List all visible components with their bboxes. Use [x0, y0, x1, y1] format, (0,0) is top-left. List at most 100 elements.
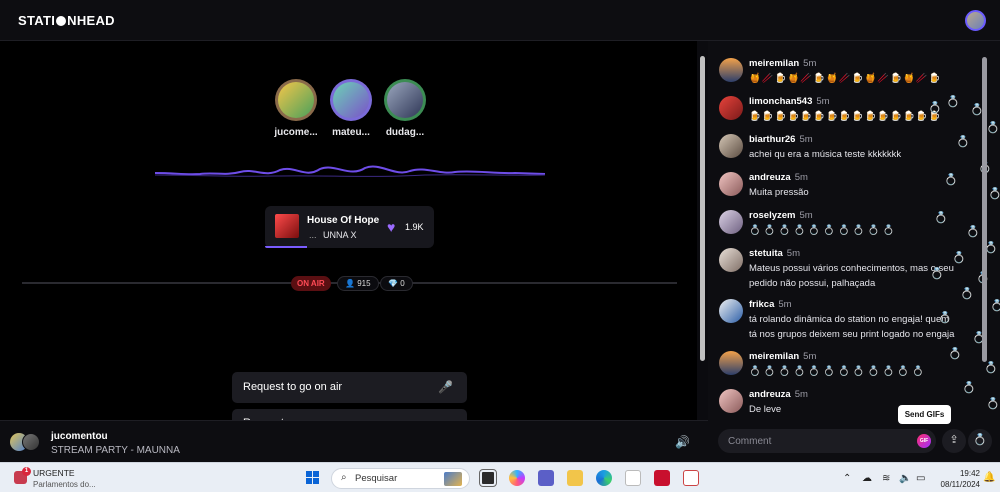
speaker-icon[interactable]: 🔈 — [899, 473, 911, 484]
chat-timestamp: 5m — [816, 96, 830, 107]
chat-username[interactable]: meiremilan 5m — [749, 58, 816, 69]
comment-box[interactable]: GIF — [718, 429, 936, 453]
ring-reaction-icon[interactable]: 💍 — [968, 429, 992, 453]
listener-count: 915 — [357, 279, 371, 288]
ring-icon: 💍 — [946, 96, 960, 108]
explicit-dots: ... — [309, 230, 317, 240]
gif-button[interactable]: GIF — [917, 434, 931, 448]
chat-avatar[interactable] — [719, 299, 743, 323]
host-avatar-ring[interactable] — [275, 79, 317, 121]
store-icon[interactable] — [625, 470, 641, 486]
on-air-badge: ON AIR — [291, 276, 331, 291]
ring-icon: 💍 — [934, 212, 948, 224]
host-avatar[interactable] — [387, 82, 423, 118]
chat-username[interactable]: stetuita 5m — [749, 248, 800, 259]
stage-scroll-thumb[interactable] — [700, 56, 705, 361]
chat-username[interactable]: biarthur26 5m — [749, 134, 813, 145]
gem-count: 0 — [400, 279, 405, 288]
volume-icon[interactable]: 🔊 — [675, 435, 690, 449]
chat-avatar[interactable] — [719, 134, 743, 158]
stage-scrollbar[interactable] — [697, 41, 708, 420]
heart-icon[interactable]: ♥ — [387, 220, 395, 234]
stationhead-logo[interactable]: STATI NHEAD — [18, 13, 115, 28]
battery-icon[interactable]: ▭ — [916, 473, 925, 484]
chevron-up-icon[interactable]: ⌃ — [843, 473, 851, 484]
listener-count-pill: 👤 915 — [337, 276, 379, 291]
snipping-tool-icon[interactable] — [683, 470, 699, 486]
chat-username[interactable]: meiremilan 5m — [749, 351, 816, 362]
chat-timestamp: 5m — [786, 248, 800, 259]
teams-icon[interactable] — [538, 470, 554, 486]
host-avatar[interactable] — [333, 82, 369, 118]
chat-avatar[interactable] — [719, 96, 743, 120]
top-bar: STATI NHEAD — [0, 0, 1000, 41]
track-artist: UNNA X — [323, 230, 357, 240]
chat-avatar[interactable] — [719, 58, 743, 82]
chat-avatar[interactable] — [719, 351, 743, 375]
chat-username[interactable]: limonchan543 5m — [749, 96, 830, 107]
chat-scroll-thumb[interactable] — [982, 57, 987, 362]
edge-browser-icon[interactable] — [596, 470, 612, 486]
stage-area: jucome... mateu... dudag... House Of Hope … — [0, 41, 697, 429]
now-playing-card[interactable]: House Of Hope ... UNNA X ♥ 1.9K — [265, 206, 434, 248]
station-username[interactable]: jucomentou — [51, 431, 108, 442]
chat-timestamp: 5m — [794, 389, 808, 400]
person-icon: 👤 — [345, 279, 355, 288]
chat-timestamp: 5m — [799, 210, 813, 221]
chat-username[interactable]: frikca 5m — [749, 299, 792, 310]
search-placeholder: Pesquisar — [355, 473, 398, 484]
chat-avatar[interactable] — [719, 389, 743, 413]
ring-icon: 💍 — [990, 300, 1000, 312]
profile-avatar[interactable] — [965, 10, 986, 31]
request-on-air-button[interactable]: Request to go on air 🎤 — [232, 372, 467, 403]
host-avatar[interactable] — [278, 82, 314, 118]
mcafee-icon[interactable] — [654, 470, 670, 486]
chat-message-text: 🍯🥢🍺🍯🥢🍺🍯🥢🍺🍯🥢🍺🍯🥢🍺 — [749, 73, 942, 84]
host-name[interactable]: dudag... — [375, 127, 435, 138]
comment-input[interactable] — [728, 434, 898, 448]
copilot-icon[interactable] — [509, 470, 525, 486]
notification-bell-icon[interactable]: 🔔 — [983, 472, 995, 483]
cohost-avatar[interactable] — [22, 433, 40, 451]
like-count: 1.9K — [405, 222, 424, 232]
notification-title[interactable]: URGENTE — [33, 468, 75, 478]
host-avatar-ring[interactable] — [384, 79, 426, 121]
chat-avatar[interactable] — [719, 172, 743, 196]
chat-username[interactable]: roselyzem 5m — [749, 210, 813, 221]
host-2[interactable]: dudag... — [375, 79, 435, 138]
wifi-icon[interactable]: ≋ — [882, 473, 890, 484]
ring-icon: 💍 — [930, 268, 944, 280]
host-name[interactable]: jucome... — [266, 127, 326, 138]
chat-timestamp: 5m — [803, 351, 817, 362]
send-gifs-tooltip: Send GIFs — [898, 405, 951, 424]
file-explorer-icon[interactable] — [567, 470, 583, 486]
gem-count-pill: 💎 0 — [380, 276, 413, 291]
task-view-icon[interactable] — [479, 469, 497, 487]
ring-icon: 💍 — [986, 398, 1000, 410]
ring-icon: 💍 — [966, 226, 980, 238]
bottom-player-bar: jucomentou STREAM PARTY - MAUNNA 🔊 — [0, 420, 708, 462]
chat-username[interactable]: andreuza 5m — [749, 389, 808, 400]
notification-subtitle[interactable]: Parlamentos do... — [33, 480, 96, 489]
host-avatar-ring[interactable] — [330, 79, 372, 121]
host-1[interactable]: mateu... — [321, 79, 381, 138]
chat-scrollbar[interactable] — [981, 49, 988, 409]
windows-start-icon[interactable] — [306, 471, 320, 485]
station-status: STREAM PARTY - MAUNNA — [51, 445, 180, 456]
host-name[interactable]: mateu... — [321, 127, 381, 138]
system-clock[interactable]: 19:42 08/11/2024 — [936, 468, 980, 490]
track-progress-bar — [265, 246, 308, 248]
chat-timestamp: 5m — [794, 172, 808, 183]
host-0[interactable]: jucome... — [266, 79, 326, 138]
search-icon: ⌕ — [341, 472, 347, 483]
share-icon[interactable]: ⇪ — [942, 429, 966, 453]
ring-icon: 💍 — [948, 348, 962, 360]
chat-timestamp: 5m — [803, 58, 817, 69]
chat-avatar[interactable] — [719, 210, 743, 234]
ring-icon: 💍 — [938, 312, 952, 324]
taskbar-search[interactable]: ⌕ Pesquisar — [331, 468, 470, 489]
search-highlight-image — [444, 472, 462, 486]
onedrive-icon[interactable]: ☁ — [862, 473, 872, 484]
chat-username[interactable]: andreuza 5m — [749, 172, 808, 183]
chat-avatar[interactable] — [719, 248, 743, 272]
